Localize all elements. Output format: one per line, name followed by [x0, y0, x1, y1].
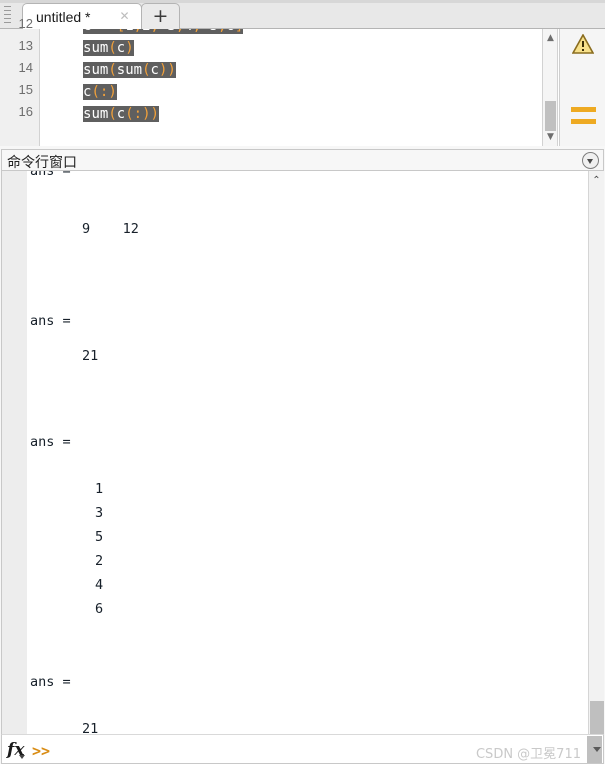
editor-panel: untitled * ✕ + 12 13 14 15 16 c = [1,2; … — [0, 0, 605, 146]
analyzer-marker[interactable] — [571, 107, 596, 112]
warning-triangle-icon[interactable] — [571, 33, 595, 54]
prompt-chevrons: >> — [32, 742, 51, 760]
editor-vertical-scrollbar[interactable]: ▲ ▼ — [542, 29, 558, 146]
code-line[interactable]: sum(sum(c)) — [83, 59, 176, 81]
gutter-line-number: 15 — [18, 82, 33, 97]
code-line-text: sum(c) — [83, 40, 134, 56]
output-value: 5 — [95, 529, 104, 545]
editor-tab-strip: untitled * ✕ + — [0, 0, 605, 29]
gutter-line-number: 14 — [18, 60, 33, 75]
gutter-line-number: 13 — [18, 38, 33, 53]
analyzer-marker[interactable] — [571, 119, 596, 124]
command-window-left-margin — [2, 171, 27, 734]
code-line-text: c = [1,2; 3,4; 5,6] — [83, 29, 244, 34]
gutter-line-number: 16 — [18, 104, 33, 119]
gutter-line-number: 12 — [18, 16, 33, 31]
scroll-down-arrow-icon[interactable]: ▼ — [543, 130, 558, 144]
scroll-up-arrow-icon[interactable]: ▲ — [543, 31, 558, 45]
command-output-text[interactable]: ans = 9 12 ans = 21 ans = 1 3 5 2 4 6 ans = 21 — [27, 171, 580, 734]
code-line-text: sum(sum(c)) — [83, 62, 176, 78]
code-line[interactable]: c = [1,2; 3,4; 5,6] — [83, 29, 244, 37]
command-window-panel: 命令行窗口 ans = 9 12 ans = 21 ans = 1 3 5 2 4 6 ans = 21… — [0, 146, 605, 764]
output-label: ans = — [30, 434, 71, 450]
editor-code-area[interactable]: c = [1,2; 3,4; 5,6] sum(c) sum(sum(c)) c… — [41, 29, 544, 146]
editor-tab-label: untitled * — [36, 8, 91, 25]
code-line[interactable]: sum(c) — [83, 37, 134, 59]
watermark-text: CSDN @卫冕711 — [475, 747, 581, 762]
chevron-down-circle-icon[interactable] — [582, 152, 599, 169]
output-value: 6 — [95, 601, 104, 617]
output-value: 21 — [82, 721, 99, 734]
output-label: ans = — [30, 313, 71, 329]
output-label: ans = — [30, 171, 71, 179]
plus-icon: + — [152, 5, 169, 27]
code-line-text: c(:) — [83, 84, 117, 100]
output-value: 9 12 — [82, 221, 139, 237]
output-value: 2 — [95, 553, 104, 569]
command-prompt-bar[interactable]: fx >> CSDN @卫冕711 — [1, 734, 604, 764]
new-tab-button[interactable]: + — [141, 3, 180, 29]
fx-dropdown-caret-icon[interactable] — [19, 755, 25, 759]
editor-body: 12 13 14 15 16 c = [1,2; 3,4; 5,6] sum(c… — [0, 16, 605, 146]
code-analyzer-strip[interactable] — [559, 29, 605, 146]
code-line-text: sum(c(:)) — [83, 106, 159, 122]
output-label: ans = — [30, 674, 71, 690]
code-line[interactable]: c(:) — [83, 81, 117, 103]
output-value: 1 — [95, 481, 104, 497]
output-value: 3 — [95, 505, 104, 521]
command-window-output[interactable]: ans = 9 12 ans = 21 ans = 1 3 5 2 4 6 ans = 21 — [1, 171, 604, 734]
close-icon[interactable]: ✕ — [119, 10, 130, 22]
code-line[interactable]: sum(c(:)) — [83, 103, 159, 125]
editor-gutter: 12 13 14 15 16 — [0, 16, 40, 146]
command-window-titlebar: 命令行窗口 — [1, 149, 604, 171]
command-window-title: 命令行窗口 — [7, 155, 77, 171]
scrollbar-thumb[interactable] — [590, 701, 604, 734]
command-window-scrollbar[interactable]: ⌃ — [588, 171, 604, 734]
output-value: 4 — [95, 577, 104, 593]
scroll-down-caret-icon[interactable] — [593, 747, 601, 752]
scrollbar-thumb[interactable] — [545, 101, 556, 131]
output-value: 21 — [82, 348, 99, 364]
scroll-up-chevron-icon[interactable]: ⌃ — [589, 174, 604, 187]
editor-tab-untitled[interactable]: untitled * ✕ — [22, 3, 142, 29]
